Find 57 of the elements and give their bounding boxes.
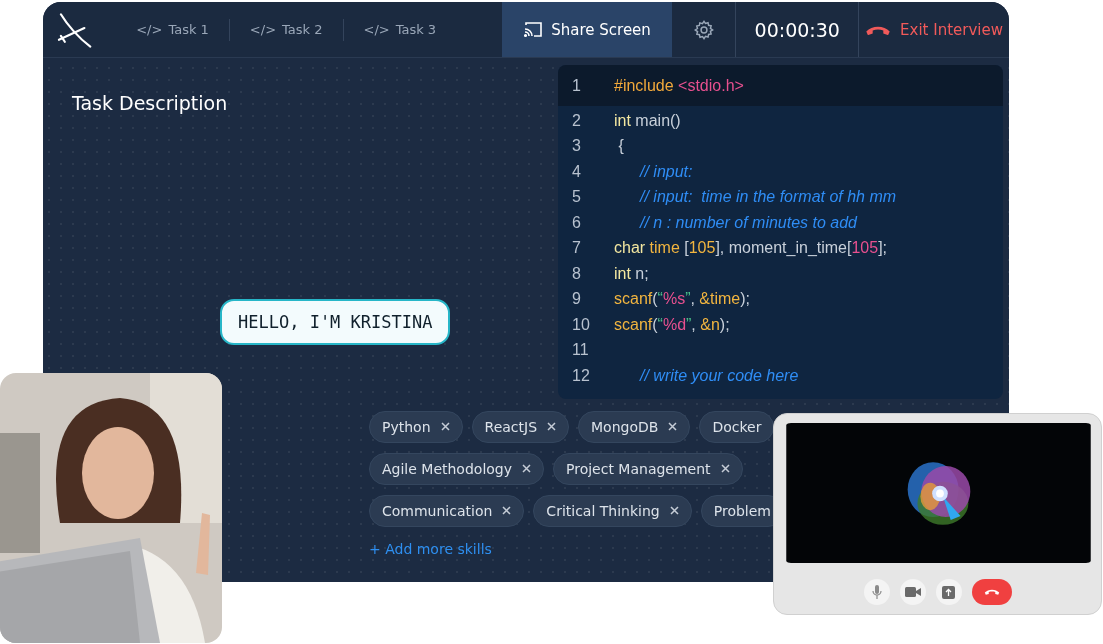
add-skills-link[interactable]: + Add more skills bbox=[369, 540, 492, 557]
skill-tag: MongoDB bbox=[578, 410, 691, 443]
code-line: // write your code here bbox=[640, 366, 799, 385]
line-number: 9 bbox=[571, 290, 582, 309]
task-tab[interactable]: </> Task 3 bbox=[343, 18, 457, 41]
line-number: 6 bbox=[571, 213, 582, 232]
section-title: Task Description bbox=[72, 92, 228, 114]
close-icon[interactable] bbox=[502, 506, 512, 515]
line-number: 10 bbox=[571, 315, 591, 334]
skill-tag: Agile Methodology bbox=[369, 452, 544, 485]
cast-icon bbox=[523, 21, 544, 38]
skill-tag: ReactJS bbox=[471, 410, 570, 443]
code-line: int main() bbox=[614, 111, 681, 130]
line-number: 11 bbox=[571, 341, 590, 360]
upload-icon bbox=[942, 585, 955, 599]
hang-up-icon bbox=[983, 588, 1000, 596]
microphone-icon bbox=[871, 585, 882, 599]
settings-icon bbox=[692, 18, 715, 41]
line-number: 8 bbox=[571, 264, 582, 283]
code-line: // n : number of minutes to add bbox=[640, 213, 857, 232]
code-line: { bbox=[617, 137, 624, 156]
task-tab[interactable]: </> Task 1 bbox=[116, 18, 230, 41]
microphone-button[interactable] bbox=[863, 579, 890, 605]
end-call-button[interactable] bbox=[971, 579, 1012, 605]
skill-tag: Project Management bbox=[553, 452, 743, 485]
line-number: 5 bbox=[571, 188, 582, 207]
code-line: #include <stdio.h> bbox=[614, 76, 744, 95]
skill-tag: Python bbox=[369, 410, 463, 443]
line-number: 4 bbox=[571, 162, 582, 181]
share-screen-button[interactable]: Share Screen bbox=[501, 2, 673, 57]
line-number: 7 bbox=[571, 239, 582, 258]
line-number: 12 bbox=[571, 366, 591, 385]
line-number: 3 bbox=[571, 137, 582, 156]
code-line: scanf(“%s”, &time); bbox=[614, 290, 751, 309]
close-icon[interactable] bbox=[522, 464, 531, 473]
timer: 00:00:30 bbox=[736, 2, 860, 57]
code-line: // input: time in the format of hh mm bbox=[640, 188, 897, 207]
share-button[interactable] bbox=[935, 579, 962, 605]
close-icon[interactable] bbox=[440, 422, 450, 431]
line-number: 2 bbox=[571, 111, 582, 130]
close-icon[interactable] bbox=[547, 422, 557, 431]
code-line: // input: bbox=[640, 162, 693, 181]
code-line: char time [105], moment_in_time[105]; bbox=[614, 239, 888, 258]
close-icon[interactable] bbox=[668, 422, 678, 431]
close-icon[interactable] bbox=[669, 506, 679, 515]
camera-button[interactable] bbox=[899, 579, 926, 605]
camera-icon bbox=[904, 587, 921, 597]
skill-tag: Communication bbox=[369, 494, 525, 527]
close-icon[interactable] bbox=[720, 464, 730, 473]
task-tab[interactable]: </> Task 2 bbox=[229, 18, 344, 41]
caption-bubble: HELLO, I'M KRISTINA bbox=[220, 299, 451, 345]
code-line: int n; bbox=[614, 264, 649, 283]
code-line: scanf(“%d”, &n); bbox=[614, 315, 730, 334]
skill-tag: Critical Thinking bbox=[533, 494, 692, 527]
exit-interview-button[interactable]: Exit Interview bbox=[859, 2, 1009, 57]
skill-tag: Docker bbox=[699, 410, 775, 443]
line-number: 1 bbox=[571, 76, 582, 95]
